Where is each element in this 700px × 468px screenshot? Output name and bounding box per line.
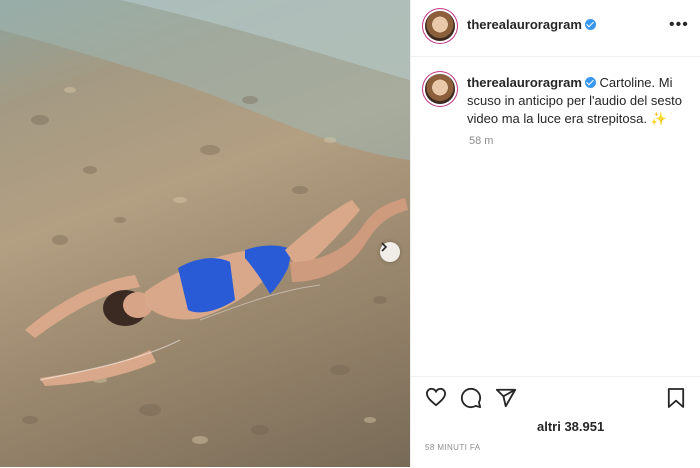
heart-icon[interactable] bbox=[425, 387, 447, 407]
post-date[interactable]: 58 MINUTI FA bbox=[425, 443, 480, 452]
bookmark-icon[interactable] bbox=[667, 387, 685, 409]
header-username[interactable]: therealauroragram bbox=[467, 17, 596, 32]
avatar[interactable] bbox=[425, 11, 455, 41]
verified-badge-icon bbox=[584, 19, 596, 30]
likes-count[interactable]: altri 38.951 bbox=[537, 419, 604, 434]
username-text[interactable]: therealauroragram bbox=[467, 17, 582, 32]
post-side-panel: therealauroragram ••• therealauroragram … bbox=[410, 0, 700, 467]
chevron-right-icon bbox=[381, 242, 388, 252]
caption-avatar[interactable] bbox=[425, 74, 455, 104]
paper-plane-icon[interactable] bbox=[495, 387, 517, 409]
caption-username-text[interactable]: therealauroragram bbox=[467, 75, 582, 90]
beach-photo-illustration bbox=[0, 0, 410, 444]
instagram-post: therealauroragram ••• therealauroragram … bbox=[0, 0, 700, 467]
comment-icon[interactable] bbox=[460, 387, 482, 409]
more-options-button[interactable]: ••• bbox=[669, 16, 689, 34]
post-actions-section: altri 38.951 58 MINUTI FA bbox=[411, 376, 700, 468]
next-media-button[interactable] bbox=[380, 242, 400, 262]
caption-username[interactable]: therealauroragram bbox=[467, 75, 596, 90]
post-photo[interactable] bbox=[0, 0, 410, 467]
post-header: therealauroragram ••• bbox=[411, 0, 700, 57]
caption-text-block: therealauroragram Cartoline. Mi scuso in… bbox=[467, 74, 689, 128]
verified-badge-icon bbox=[584, 77, 596, 88]
caption-timestamp[interactable]: 58 m bbox=[469, 135, 493, 147]
